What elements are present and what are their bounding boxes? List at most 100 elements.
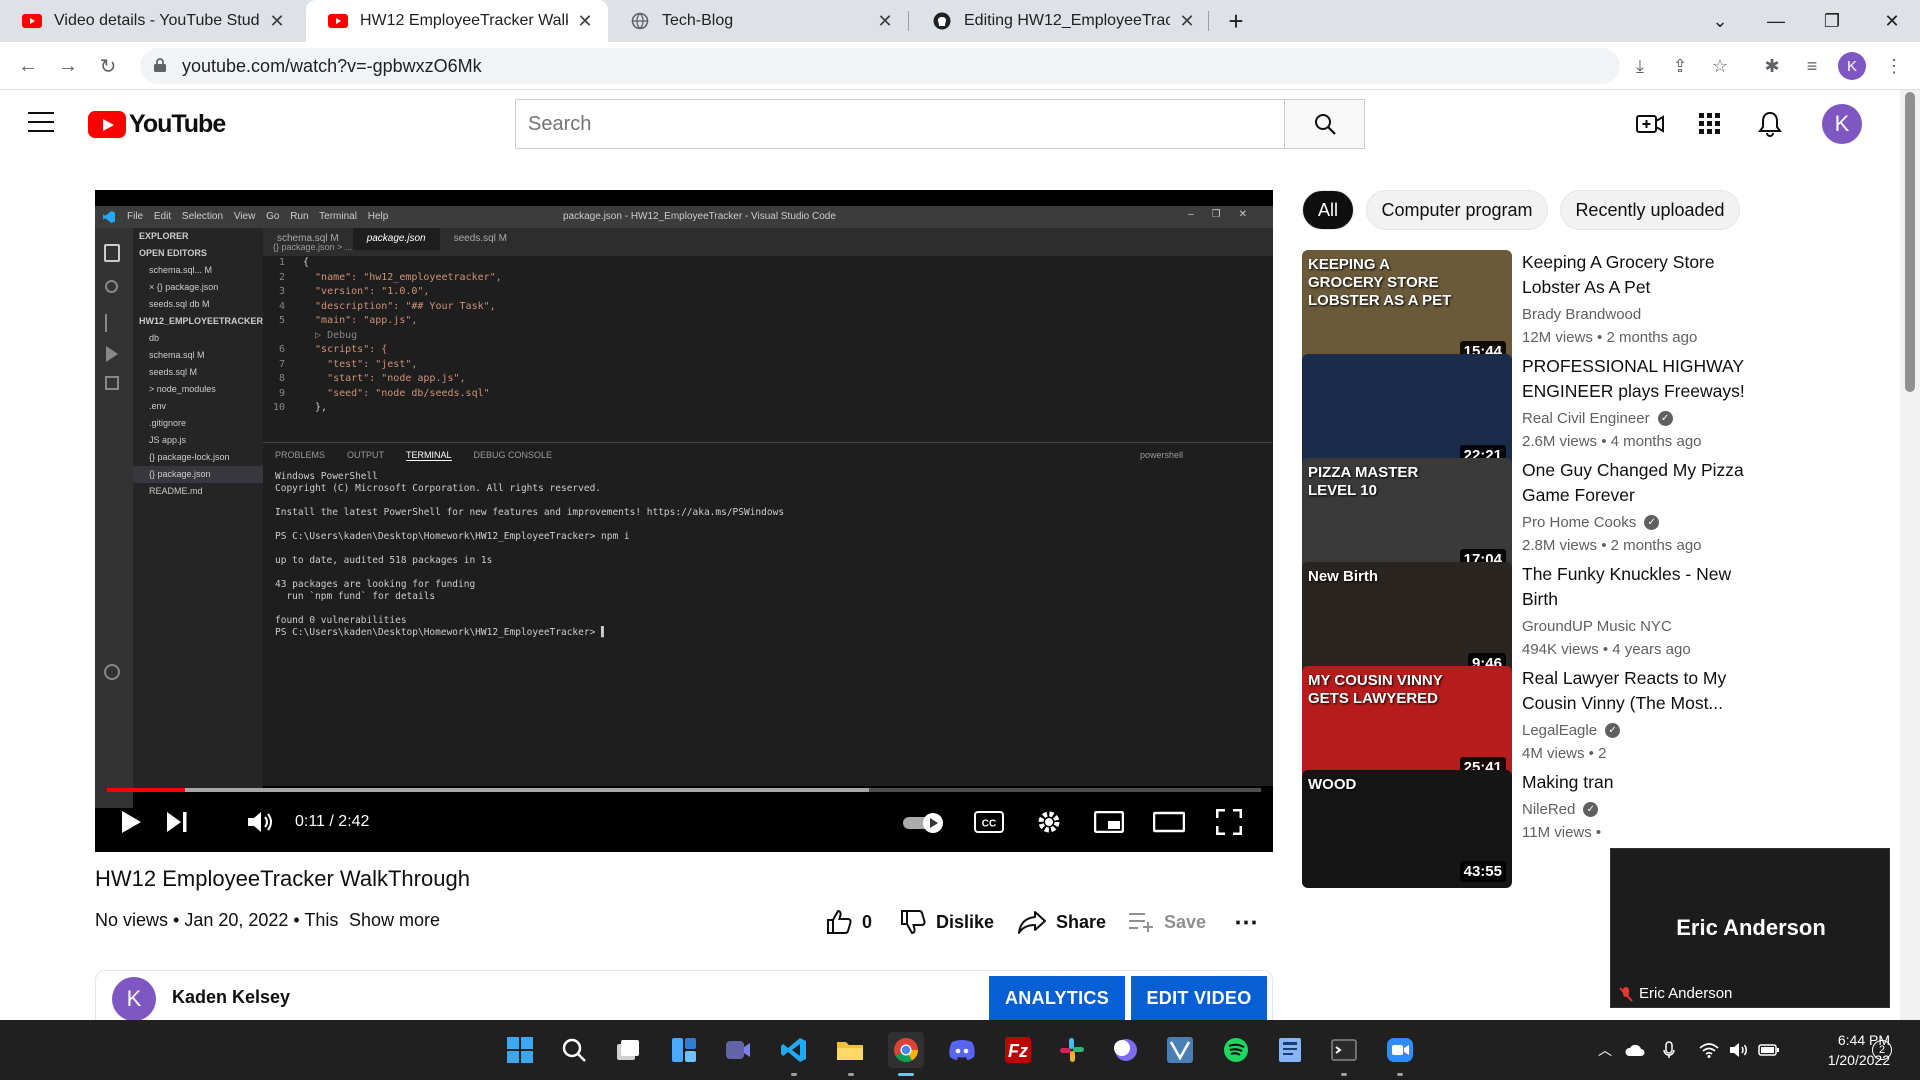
spotify-icon[interactable] [1218, 1032, 1254, 1068]
analytics-button[interactable]: ANALYTICS [989, 976, 1125, 1021]
close-tab-icon[interactable]: ✕ [1178, 11, 1196, 32]
tab-current-video[interactable]: HW12 EmployeeTracker WalkThrough ✕ [306, 0, 608, 42]
restore-icon[interactable]: ❐ [1804, 0, 1860, 42]
forward-icon[interactable]: → [52, 50, 84, 82]
recommended-channel[interactable]: Pro Home Cooks ✓ [1522, 514, 1660, 531]
tray-overflow-icon[interactable]: ︿ [1594, 1040, 1616, 1060]
search-button[interactable] [1285, 99, 1365, 149]
media-control-icon[interactable]: ≡ [1798, 52, 1826, 80]
close-tab-icon[interactable]: ✕ [876, 11, 894, 32]
reload-icon[interactable]: ↻ [92, 50, 124, 82]
back-icon[interactable]: ← [12, 50, 44, 82]
teams-chat-icon[interactable] [720, 1032, 756, 1068]
profile-avatar[interactable]: K [1838, 52, 1866, 80]
microphone-icon[interactable] [1658, 1040, 1680, 1060]
notepad-app-icon[interactable] [1272, 1032, 1308, 1068]
volume-button[interactable] [243, 800, 279, 844]
zoom-icon[interactable] [1382, 1032, 1418, 1068]
video-progress-bar[interactable] [107, 788, 1261, 792]
vscode-taskbar-icon[interactable] [776, 1032, 812, 1068]
chip-recently-uploaded[interactable]: Recently uploaded [1560, 190, 1740, 230]
recommended-video[interactable]: New Birth 9:46 The Funky Knuckles - New Bi… [1302, 562, 1902, 680]
share-button[interactable]: Share [1018, 904, 1106, 940]
video-thumbnail[interactable]: WOOD 43:55 [1302, 770, 1512, 888]
recommended-channel[interactable]: Real Civil Engineer ✓ [1522, 410, 1673, 427]
captions-button[interactable]: CC [969, 800, 1009, 844]
save-button[interactable]: Save [1128, 904, 1206, 940]
browser-menu-icon[interactable]: ⋮ [1880, 52, 1908, 80]
filezilla-icon[interactable]: Fz [1000, 1032, 1036, 1068]
chip-computer-program[interactable]: Computer program [1366, 190, 1548, 230]
onedrive-cloud-icon[interactable] [1624, 1040, 1646, 1060]
tab-github-editing[interactable]: Editing HW12_EmployeeTracker/README.md ✕ [910, 0, 1210, 42]
taskbar-search-icon[interactable] [556, 1032, 592, 1068]
next-button[interactable] [159, 800, 195, 844]
recommended-title[interactable]: Real Lawyer Reacts to My Cousin Vinny (T… [1522, 666, 1762, 716]
widgets-icon[interactable] [666, 1032, 702, 1068]
task-view-icon[interactable] [610, 1032, 646, 1068]
miniplayer-button[interactable] [1089, 800, 1129, 844]
settings-button[interactable] [1029, 800, 1069, 844]
fullscreen-button[interactable] [1209, 800, 1249, 844]
start-windows-icon[interactable] [502, 1032, 538, 1068]
chip-all[interactable]: All [1302, 190, 1354, 230]
battery-icon[interactable] [1758, 1040, 1780, 1060]
edit-video-button[interactable]: EDIT VIDEO [1131, 976, 1267, 1021]
youtube-logo[interactable]: YouTube [88, 110, 226, 139]
minimize-icon[interactable]: — [1748, 0, 1804, 42]
recommended-channel[interactable]: GroundUP Music NYC [1522, 618, 1672, 635]
meeting-participant-tile[interactable]: Eric Anderson Eric Anderson [1610, 848, 1890, 1008]
chrome-taskbar-icon[interactable] [888, 1032, 924, 1068]
account-avatar[interactable]: K [1822, 104, 1862, 144]
share-page-icon[interactable]: ⇪ [1666, 52, 1694, 80]
scrollbar-thumb[interactable] [1905, 92, 1915, 392]
video-thumbnail[interactable]: KEEPING A GROCERY STORE LOBSTER AS A PET… [1302, 250, 1512, 368]
file-explorer-icon[interactable] [832, 1032, 868, 1068]
channel-name[interactable]: Kaden Kelsey [172, 987, 290, 1008]
apps-grid-icon[interactable] [1694, 108, 1726, 140]
tab-youtube-studio[interactable]: Video details - YouTube Studio ✕ [0, 0, 300, 42]
terminal-app-icon[interactable] [1326, 1032, 1362, 1068]
bookmark-star-icon[interactable]: ☆ [1706, 52, 1734, 80]
channel-avatar[interactable]: K [112, 977, 156, 1021]
dislike-button[interactable]: Dislike [900, 904, 994, 940]
extensions-icon[interactable]: ✱ [1758, 52, 1786, 80]
autoplay-toggle[interactable] [901, 800, 949, 844]
recommended-video[interactable]: PIZZA MASTER LEVEL 10 17:04 One Guy Change… [1302, 458, 1902, 576]
recommended-video[interactable]: 22:21 PROFESSIONAL HIGHWAY ENGINEER plays… [1302, 354, 1902, 472]
search-input[interactable] [515, 99, 1285, 149]
like-button[interactable]: 0 [826, 904, 872, 940]
speaker-icon[interactable] [1728, 1040, 1750, 1060]
video-thumbnail[interactable]: New Birth 9:46 [1302, 562, 1512, 680]
recommended-channel[interactable]: NileRed ✓ [1522, 801, 1599, 818]
video-thumbnail[interactable]: PIZZA MASTER LEVEL 10 17:04 [1302, 458, 1512, 576]
recommended-video[interactable]: KEEPING A GROCERY STORE LOBSTER AS A PET… [1302, 250, 1902, 368]
play-button[interactable] [113, 800, 149, 844]
chevron-down-icon[interactable]: ⌄ [1692, 0, 1748, 42]
recommended-channel[interactable]: LegalEagle ✓ [1522, 722, 1621, 739]
recommended-title[interactable]: Keeping A Grocery Store Lobster As A Pet [1522, 250, 1762, 300]
install-icon[interactable]: ⤓ [1626, 52, 1654, 80]
theater-mode-button[interactable] [1149, 800, 1189, 844]
vm-app-icon[interactable] [1162, 1032, 1198, 1068]
eclipse-moon-icon[interactable] [1108, 1032, 1144, 1068]
close-tab-icon[interactable]: ✕ [576, 11, 594, 32]
notification-badge[interactable]: 2 [1872, 1040, 1892, 1060]
recommended-title[interactable]: PROFESSIONAL HIGHWAY ENGINEER plays Free… [1522, 354, 1762, 404]
recommended-video[interactable]: MY COUSIN VINNY GETS LAWYERED 25:41 Real L… [1302, 666, 1902, 784]
more-actions-icon[interactable]: ⋯ [1234, 904, 1258, 940]
slack-icon[interactable] [1054, 1032, 1090, 1068]
discord-icon[interactable] [944, 1032, 980, 1068]
wifi-icon[interactable] [1698, 1040, 1720, 1060]
video-thumbnail[interactable]: MY COUSIN VINNY GETS LAWYERED 25:41 [1302, 666, 1512, 784]
address-bar[interactable]: youtube.com/watch?v=-gpbwxzO6Mk [140, 48, 1620, 84]
recommended-title[interactable]: The Funky Knuckles - New Birth [1522, 562, 1762, 612]
close-window-icon[interactable]: ✕ [1864, 0, 1920, 42]
recommended-channel[interactable]: Brady Brandwood [1522, 306, 1641, 323]
video-thumbnail[interactable]: 22:21 [1302, 354, 1512, 472]
close-tab-icon[interactable]: ✕ [268, 11, 286, 32]
show-more-link[interactable]: Show more [349, 910, 440, 930]
video-player[interactable]: File Edit Selection View Go Run Terminal… [95, 190, 1273, 852]
notifications-bell-icon[interactable] [1754, 108, 1786, 140]
create-video-icon[interactable] [1634, 108, 1666, 140]
